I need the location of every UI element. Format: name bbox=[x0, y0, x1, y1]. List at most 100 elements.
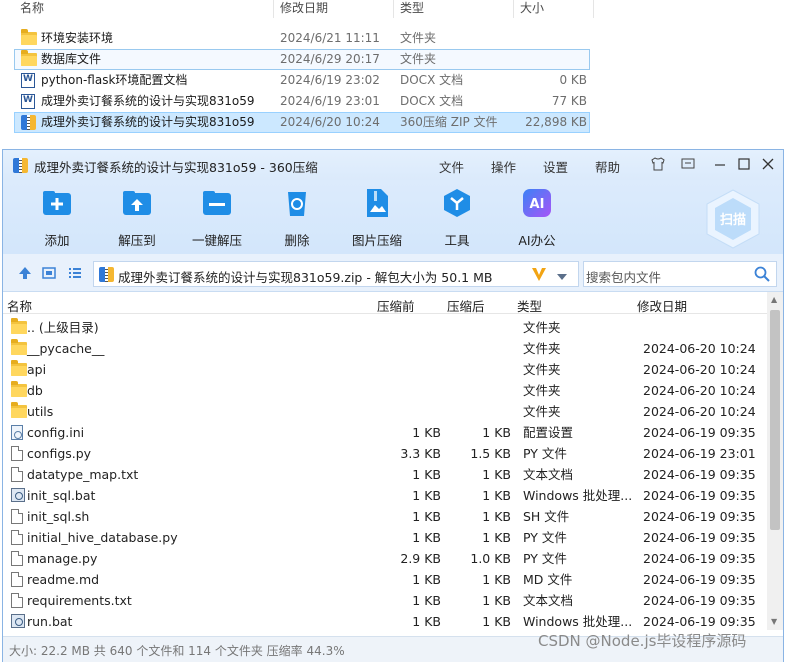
size-before: 1 KB bbox=[412, 425, 441, 440]
archive-row[interactable]: run.bat 1 KB 1 KB Windows 批处理... 2024-06-19 … bbox=[3, 611, 767, 632]
file-date: 2024-06-20 10:24 bbox=[643, 341, 756, 356]
up-arrow-icon[interactable] bbox=[17, 266, 33, 280]
title-bar[interactable]: 成理外卖订餐系统的设计与实现831o59 - 360压缩 文件 操作 设置 帮助 bbox=[3, 150, 783, 180]
archive-row[interactable]: init_sql.sh 1 KB 1 KB SH 文件 2024-06-19 09:35 bbox=[3, 506, 767, 527]
search-input[interactable]: 搜索包内文件 bbox=[586, 267, 661, 286]
scan-button[interactable]: 扫描 bbox=[705, 188, 761, 250]
explorer-row[interactable]: 成理外卖订餐系统的设计与实现831o59 2024/6/19 23:01 DOC… bbox=[14, 91, 590, 112]
size-before bbox=[363, 319, 441, 337]
column-type[interactable]: 类型 bbox=[517, 296, 542, 315]
file-icon bbox=[11, 467, 27, 482]
file-date: 2024/6/19 23:02 bbox=[280, 73, 380, 87]
scrollbar-thumb[interactable] bbox=[770, 310, 780, 530]
archive-row[interactable]: api 文件夹 2024-06-20 10:24 bbox=[3, 359, 767, 380]
column-name[interactable]: 名称 bbox=[14, 0, 274, 18]
explorer-row[interactable]: python-flask环境配置文档 2024/6/19 23:02 DOCX … bbox=[14, 70, 590, 91]
size-before: 2.9 KB bbox=[400, 551, 441, 566]
column-before[interactable]: 压缩前 bbox=[377, 296, 415, 315]
explorer-row-selected[interactable]: 成理外卖订餐系统的设计与实现831o59 2024/6/20 10:24 360… bbox=[14, 112, 590, 133]
menu-operate[interactable]: 操作 bbox=[491, 157, 516, 176]
archive-row[interactable]: readme.md 1 KB 1 KB MD 文件 2024-06-19 09:35 bbox=[3, 569, 767, 590]
archive-row[interactable]: initial_hive_database.py 1 KB 1 KB PY 文件 202… bbox=[3, 527, 767, 548]
size-after: 1 KB bbox=[482, 593, 511, 608]
explorer-row[interactable]: 环境安装环境 2024/6/21 11:11 文件夹 bbox=[14, 28, 590, 49]
minimize-icon[interactable] bbox=[711, 156, 729, 174]
file-name: __pycache__ bbox=[27, 341, 105, 356]
file-date: 2024-06-19 09:35 bbox=[643, 614, 756, 629]
file-name: init_sql.bat bbox=[27, 488, 96, 503]
delete-label: 删除 bbox=[284, 233, 310, 248]
v-logo-icon[interactable] bbox=[530, 265, 548, 286]
ai-office-icon: AI bbox=[522, 188, 552, 218]
archive-row[interactable]: datatype_map.txt 1 KB 1 KB 文本文档 2024-06-19 0… bbox=[3, 464, 767, 485]
search-icon[interactable] bbox=[754, 266, 770, 285]
image-compress-button[interactable]: 图片压缩 bbox=[345, 188, 409, 248]
column-size[interactable]: 大小 bbox=[514, 0, 594, 18]
file-name: .. (上级目录) bbox=[27, 320, 99, 335]
archive-row[interactable]: db 文件夹 2024-06-20 10:24 bbox=[3, 380, 767, 401]
column-type[interactable]: 类型 bbox=[394, 0, 514, 18]
size-before: 3.3 KB bbox=[400, 446, 441, 461]
file-date: 2024/6/29 20:17 bbox=[280, 52, 380, 66]
thumbnail-view-icon[interactable] bbox=[41, 266, 57, 280]
size-before bbox=[363, 403, 441, 421]
file-type: 文件夹 bbox=[400, 31, 437, 45]
size-before: 1 KB bbox=[412, 467, 441, 482]
search-box[interactable]: 搜索包内文件 bbox=[583, 261, 777, 287]
delete-button[interactable]: 删除 bbox=[265, 188, 329, 248]
column-name[interactable]: 名称 bbox=[7, 296, 32, 315]
maximize-icon[interactable] bbox=[735, 156, 753, 174]
vertical-scrollbar[interactable]: ▲ ▼ bbox=[767, 292, 783, 630]
file-date: 2024-06-19 09:35 bbox=[643, 488, 756, 503]
add-label: 添加 bbox=[44, 233, 70, 248]
file-type: PY 文件 bbox=[523, 530, 567, 545]
size-before: 1 KB bbox=[412, 614, 441, 629]
archive-row[interactable]: configs.py 3.3 KB 1.5 KB PY 文件 2024-06-19 23… bbox=[3, 443, 767, 464]
one-click-extract-icon bbox=[202, 188, 232, 218]
file-type: MD 文件 bbox=[523, 572, 573, 587]
size-after: 1 KB bbox=[482, 425, 511, 440]
file-type: Windows 批处理... bbox=[523, 614, 631, 629]
archive-window: 成理外卖订餐系统的设计与实现831o59 - 360压缩 文件 操作 设置 帮助… bbox=[2, 149, 784, 662]
file-type: 文件夹 bbox=[523, 341, 561, 356]
extract-to-button[interactable]: 解压到 bbox=[105, 188, 169, 248]
archive-row[interactable]: manage.py 2.9 KB 1.0 KB PY 文件 2024-06-19 09:… bbox=[3, 548, 767, 569]
archive-row[interactable]: .. (上级目录) 文件夹 bbox=[3, 317, 767, 338]
column-date[interactable]: 修改日期 bbox=[637, 296, 687, 315]
size-before bbox=[363, 340, 441, 358]
ai-office-button[interactable]: AI AI办公 bbox=[505, 188, 569, 248]
file-date: 2024-06-19 23:01 bbox=[643, 446, 756, 461]
address-field[interactable]: 成理外卖订餐系统的设计与实现831o59.zip - 解包大小为 50.1 MB bbox=[93, 261, 579, 287]
archive-row[interactable]: __pycache__ 文件夹 2024-06-20 10:24 bbox=[3, 338, 767, 359]
file-icon bbox=[11, 572, 27, 587]
watermark: CSDN @Node.js毕设程序源码 bbox=[538, 632, 747, 650]
tools-button[interactable]: 工具 bbox=[425, 188, 489, 248]
column-after[interactable]: 压缩后 bbox=[447, 296, 485, 315]
archive-row[interactable]: init_sql.bat 1 KB 1 KB Windows 批处理... 2024-0… bbox=[3, 485, 767, 506]
menu-help[interactable]: 帮助 bbox=[595, 157, 620, 176]
file-name: 数据库文件 bbox=[41, 52, 102, 66]
explorer-row[interactable]: 数据库文件 2024/6/29 20:17 文件夹 bbox=[14, 49, 590, 70]
list-view-icon[interactable] bbox=[67, 266, 83, 280]
archive-row[interactable]: config.ini 1 KB 1 KB 配置设置 2024-06-19 09:35 bbox=[3, 422, 767, 443]
one-click-extract-button[interactable]: 一键解压 bbox=[185, 188, 249, 248]
file-type: 配置设置 bbox=[523, 425, 574, 440]
archive-row[interactable]: utils 文件夹 2024-06-20 10:24 bbox=[3, 401, 767, 422]
scroll-down-icon[interactable]: ▼ bbox=[771, 618, 779, 626]
menu-settings[interactable]: 设置 bbox=[543, 157, 568, 176]
file-name: 环境安装环境 bbox=[41, 31, 114, 45]
column-date[interactable]: 修改日期 bbox=[274, 0, 394, 18]
menu-file[interactable]: 文件 bbox=[439, 157, 464, 176]
feedback-icon[interactable] bbox=[679, 156, 697, 174]
file-type: PY 文件 bbox=[523, 446, 567, 461]
explorer-file-list: 名称 修改日期 类型 大小 环境安装环境 2024/6/21 11:11 文件夹… bbox=[0, 0, 810, 150]
chevron-down-icon[interactable] bbox=[556, 270, 568, 284]
close-icon[interactable] bbox=[759, 156, 777, 174]
size-after bbox=[443, 361, 511, 379]
status-text: 大小: 22.2 MB 共 640 个文件和 114 个文件夹 压缩率 44.3… bbox=[9, 644, 345, 658]
skin-icon[interactable] bbox=[649, 156, 667, 174]
scroll-up-icon[interactable]: ▲ bbox=[771, 296, 779, 304]
archive-row[interactable]: requirements.txt 1 KB 1 KB 文本文档 2024-06-19 0… bbox=[3, 590, 767, 611]
add-button[interactable]: 添加 bbox=[25, 188, 89, 248]
image-compress-icon bbox=[362, 188, 392, 218]
